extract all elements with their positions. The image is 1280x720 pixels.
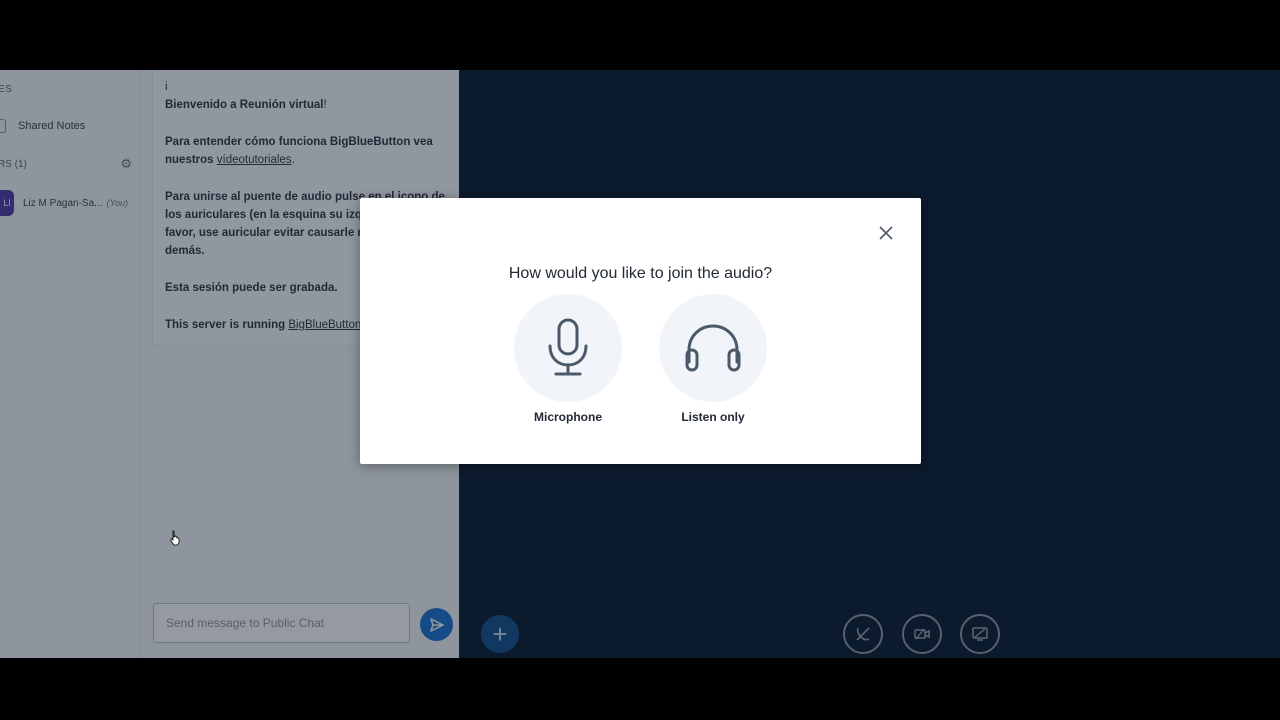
microphone-option-button[interactable]: Microphone <box>513 294 623 424</box>
listen-only-label: Listen only <box>681 410 745 424</box>
microphone-icon <box>548 318 588 376</box>
close-button[interactable] <box>875 222 897 244</box>
join-audio-modal: How would you like to join the audio? Mi… <box>360 198 921 464</box>
close-icon <box>879 226 893 240</box>
cursor-hand-icon <box>170 530 180 546</box>
listen-only-option-button[interactable]: Listen only <box>658 294 768 424</box>
headphones-icon <box>685 324 741 372</box>
modal-title: How would you like to join the audio? <box>508 265 773 282</box>
microphone-circle <box>514 294 622 402</box>
microphone-label: Microphone <box>534 410 602 424</box>
listen-only-circle <box>659 294 767 402</box>
